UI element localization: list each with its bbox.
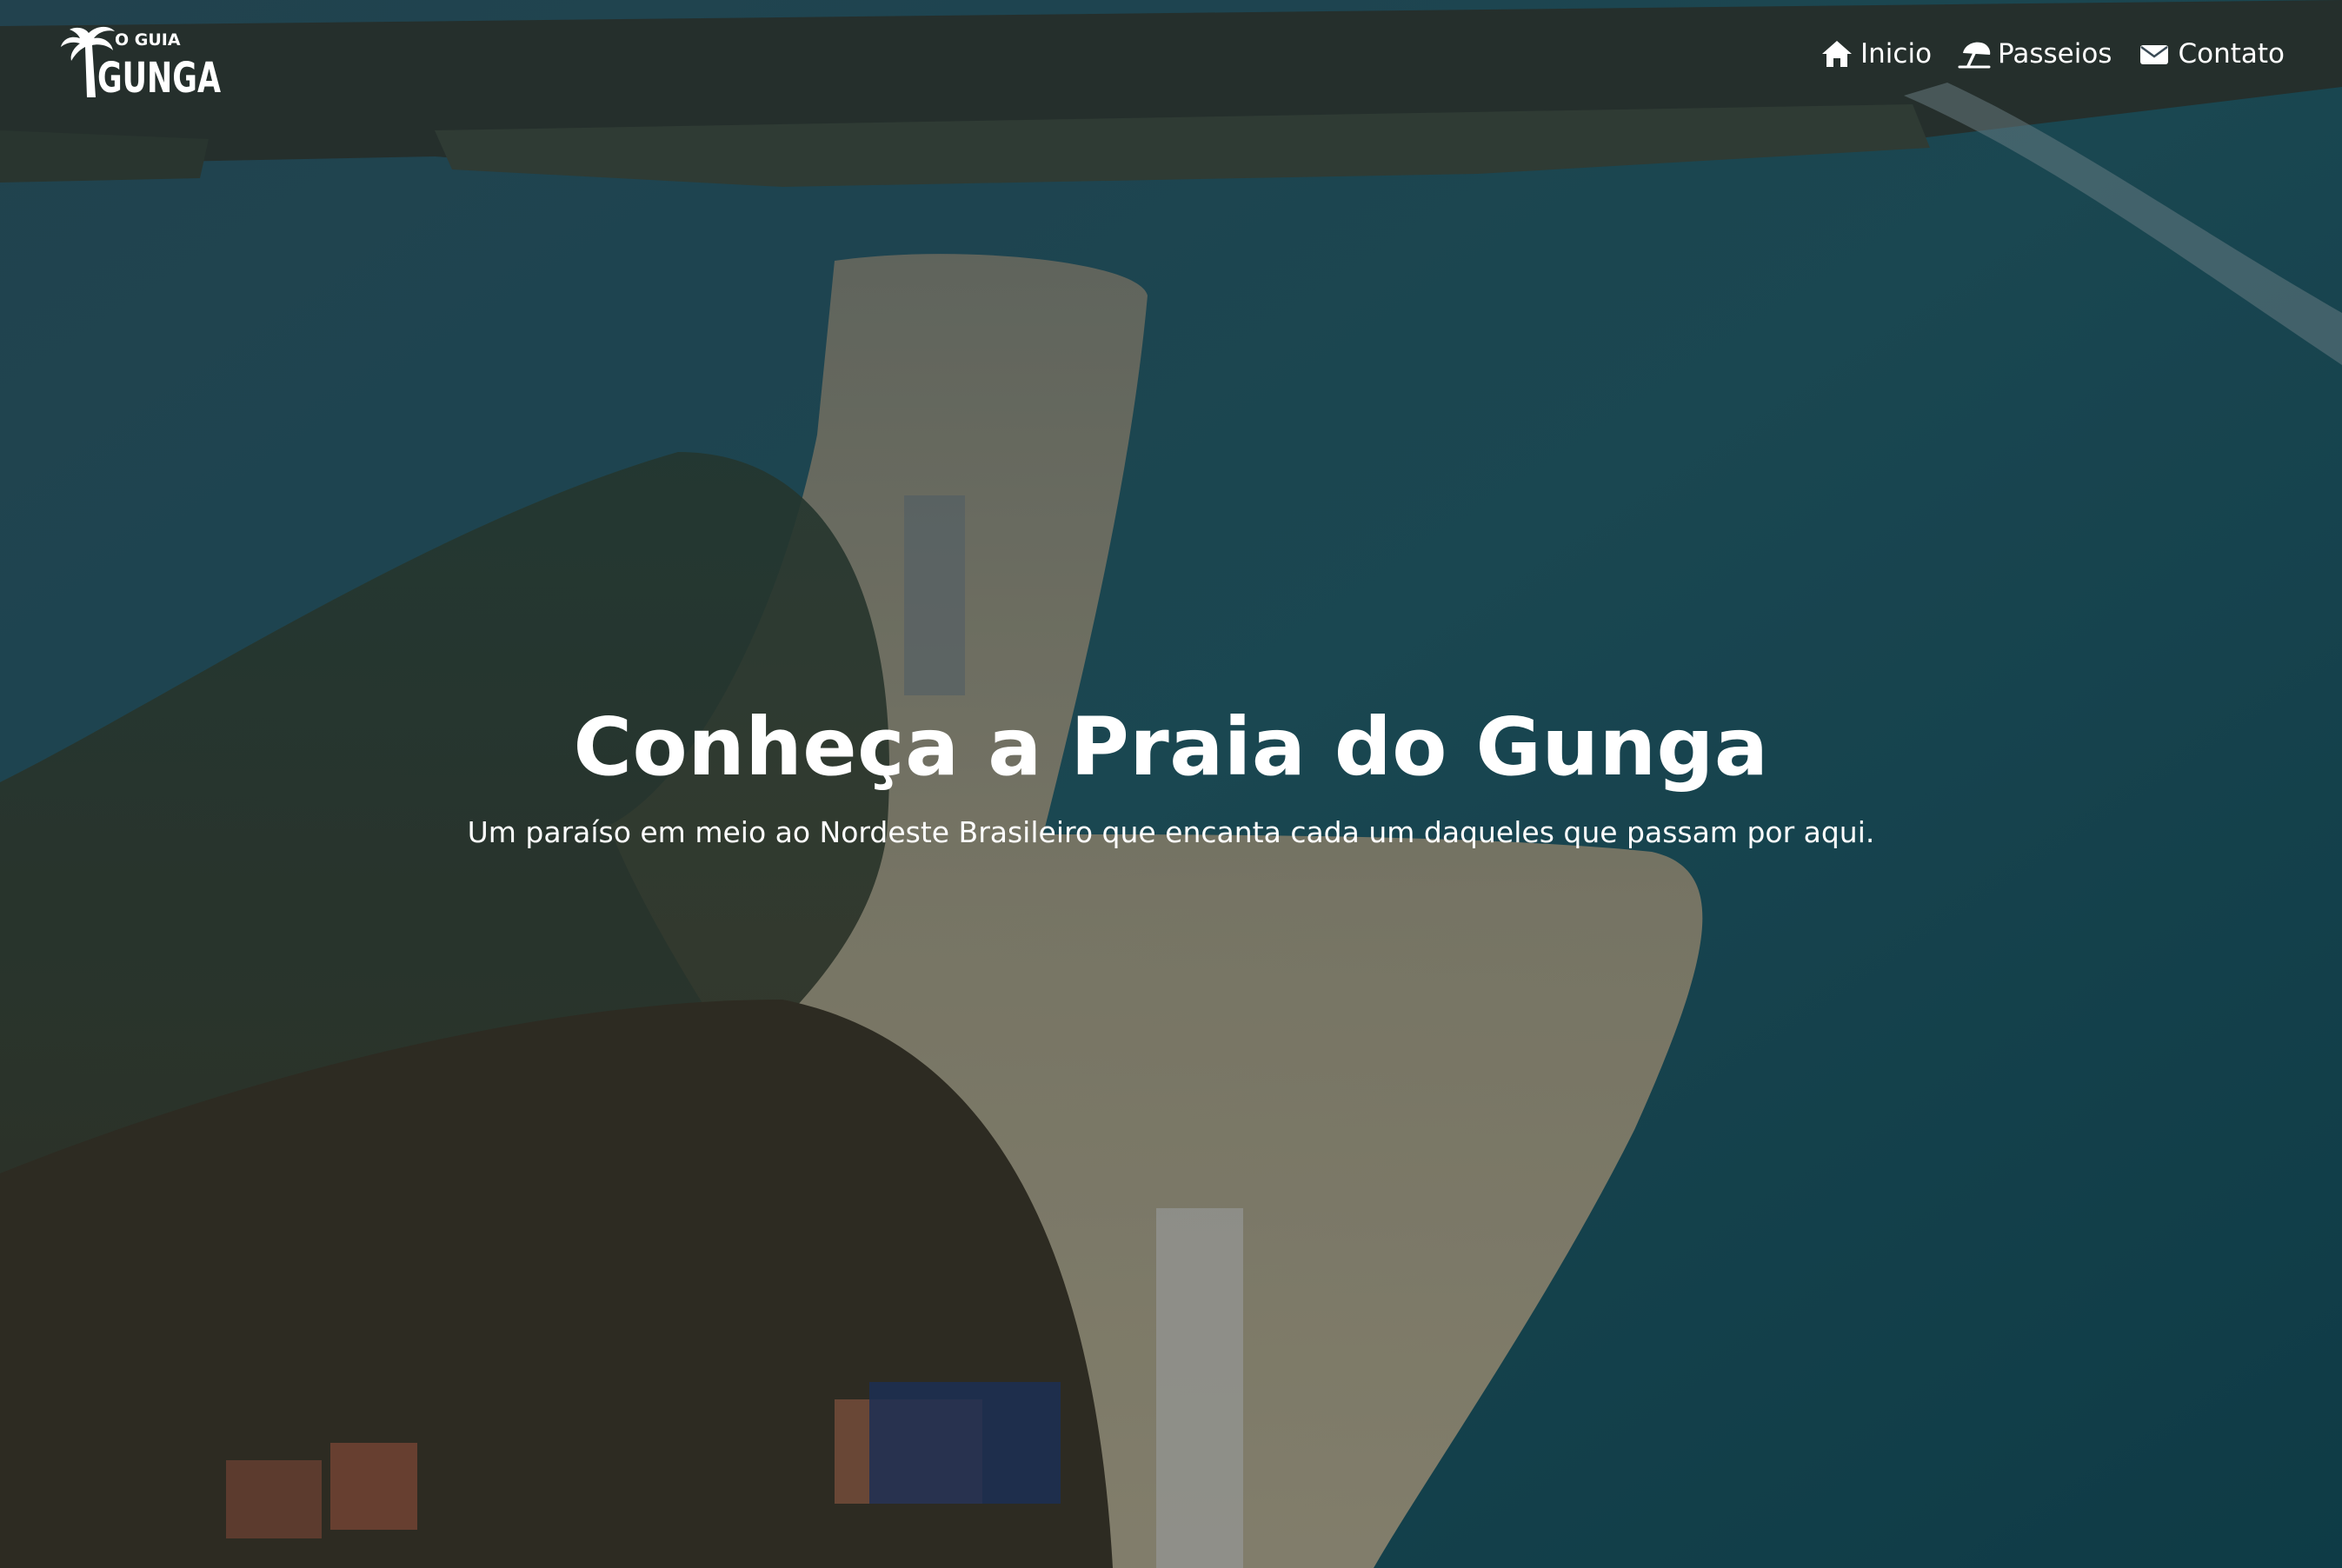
nav-item-inicio[interactable]: Inicio: [1820, 38, 1932, 70]
hero-subtitle: Um paraíso em meio ao Nordeste Brasileir…: [467, 815, 1875, 849]
nav-item-passeios[interactable]: Passeios: [1958, 38, 2112, 70]
hero-section: O GUIA GUNGA Inicio Passeios Contato Con…: [0, 0, 2342, 1568]
beach-umbrella-icon: [1958, 42, 1991, 69]
nav-item-contato[interactable]: Contato: [2138, 38, 2285, 70]
nav-label-passeios: Passeios: [1998, 38, 2112, 70]
envelope-icon: [2140, 45, 2169, 64]
logo-icon: O GUIA GUNGA: [61, 26, 221, 103]
hero-content: Conheça a Praia do Gunga Um paraíso em m…: [0, 695, 2342, 854]
hero-title: Conheça a Praia do Gunga: [573, 701, 1769, 794]
nav-label-contato: Contato: [2178, 38, 2285, 70]
nav-menu: Inicio Passeios Contato: [1820, 38, 2285, 70]
logo-small-text: O GUIA: [115, 30, 181, 50]
site-logo[interactable]: O GUIA GUNGA: [61, 23, 226, 103]
logo-main-text: GUNGA: [97, 54, 221, 103]
navbar: O GUIA GUNGA Inicio Passeios Contato: [0, 0, 2342, 122]
home-icon: [1822, 41, 1853, 67]
nav-label-inicio: Inicio: [1860, 38, 1933, 70]
